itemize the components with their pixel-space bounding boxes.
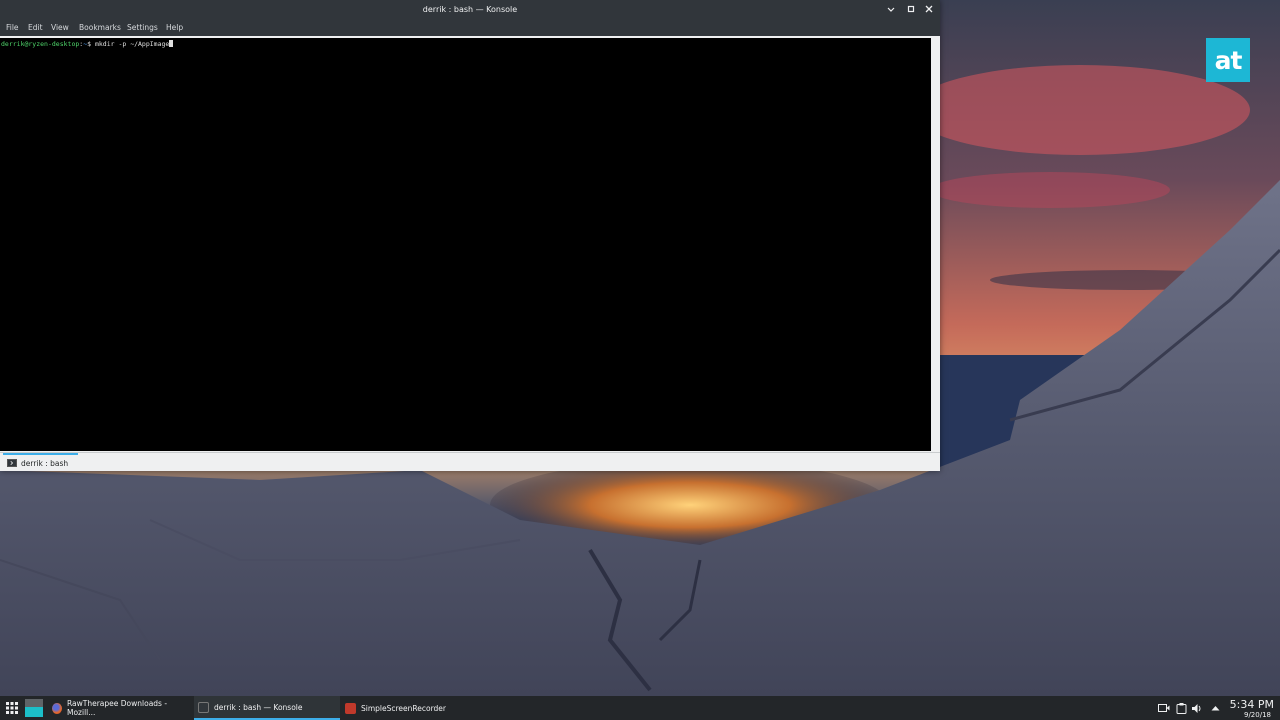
volume-icon[interactable] <box>1191 702 1203 714</box>
task-label: RawTherapee Downloads - Mozill... <box>67 699 168 717</box>
screen-recorder-icon <box>345 702 356 714</box>
menu-bar: File Edit View Bookmarks Settings Help <box>0 19 940 36</box>
prompt-user: derrik@ryzen-desktop <box>1 40 80 48</box>
maximize-button[interactable] <box>903 2 919 16</box>
konsole-window: derrik : bash — Konsole File Edit View B… <box>0 0 940 471</box>
konsole-icon <box>198 701 209 713</box>
terminal-cursor <box>169 40 174 47</box>
task-firefox[interactable]: RawTherapee Downloads - Mozill... <box>48 696 190 720</box>
menu-view[interactable]: View <box>51 23 69 32</box>
terminal-icon <box>7 459 17 467</box>
menu-edit[interactable]: Edit <box>28 23 43 32</box>
minimize-icon <box>887 7 895 12</box>
task-simplescreenrecorder[interactable]: SimpleScreenRecorder <box>341 696 461 720</box>
menu-file[interactable]: File <box>6 23 19 32</box>
addictive-tips-logo: at <box>1206 38 1250 82</box>
tab-bar: derrik : bash <box>0 452 940 471</box>
clock-time[interactable]: 5:34 PM <box>1230 698 1274 711</box>
clock-date[interactable]: 9/20/18 <box>1244 711 1271 719</box>
task-konsole[interactable]: derrik : bash — Konsole <box>194 696 340 720</box>
close-icon <box>925 5 933 13</box>
tab-label: derrik : bash <box>21 458 69 468</box>
menu-help[interactable]: Help <box>166 23 183 32</box>
menu-settings[interactable]: Settings <box>127 23 158 32</box>
minimize-button[interactable] <box>883 2 899 16</box>
window-title: derrik : bash — Konsole <box>422 5 518 14</box>
terminal-scrollbar[interactable] <box>931 38 940 451</box>
application-launcher-button[interactable] <box>4 696 20 720</box>
window-titlebar[interactable]: derrik : bash — Konsole <box>0 0 940 19</box>
tab-derrik-bash[interactable]: derrik : bash <box>3 453 79 471</box>
taskbar: RawTherapee Downloads - Mozill... derrik… <box>0 696 1280 720</box>
prompt-symbol: $ <box>87 40 92 48</box>
task-label: SimpleScreenRecorder <box>361 703 447 713</box>
desktop-pager[interactable] <box>24 696 44 720</box>
task-label: derrik : bash — Konsole <box>214 702 303 712</box>
clipboard-icon[interactable] <box>1175 702 1187 714</box>
firefox-icon <box>52 702 62 714</box>
menu-bookmarks[interactable]: Bookmarks <box>79 23 121 32</box>
close-button[interactable] <box>921 2 937 16</box>
terminal-view[interactable]: derrik@ryzen-desktop:~$ mkdir -p ~/AppIm… <box>0 38 931 451</box>
pager-icon <box>25 699 43 717</box>
terminal-command-line: derrik@ryzen-desktop:~$ mkdir -p ~/AppIm… <box>1 40 174 48</box>
terminal-command: mkdir -p ~/AppImage <box>94 40 170 48</box>
camera-icon[interactable] <box>1158 702 1170 714</box>
maximize-icon <box>907 5 915 13</box>
app-grid-icon <box>6 702 18 714</box>
expand-tray-icon[interactable] <box>1209 702 1221 714</box>
